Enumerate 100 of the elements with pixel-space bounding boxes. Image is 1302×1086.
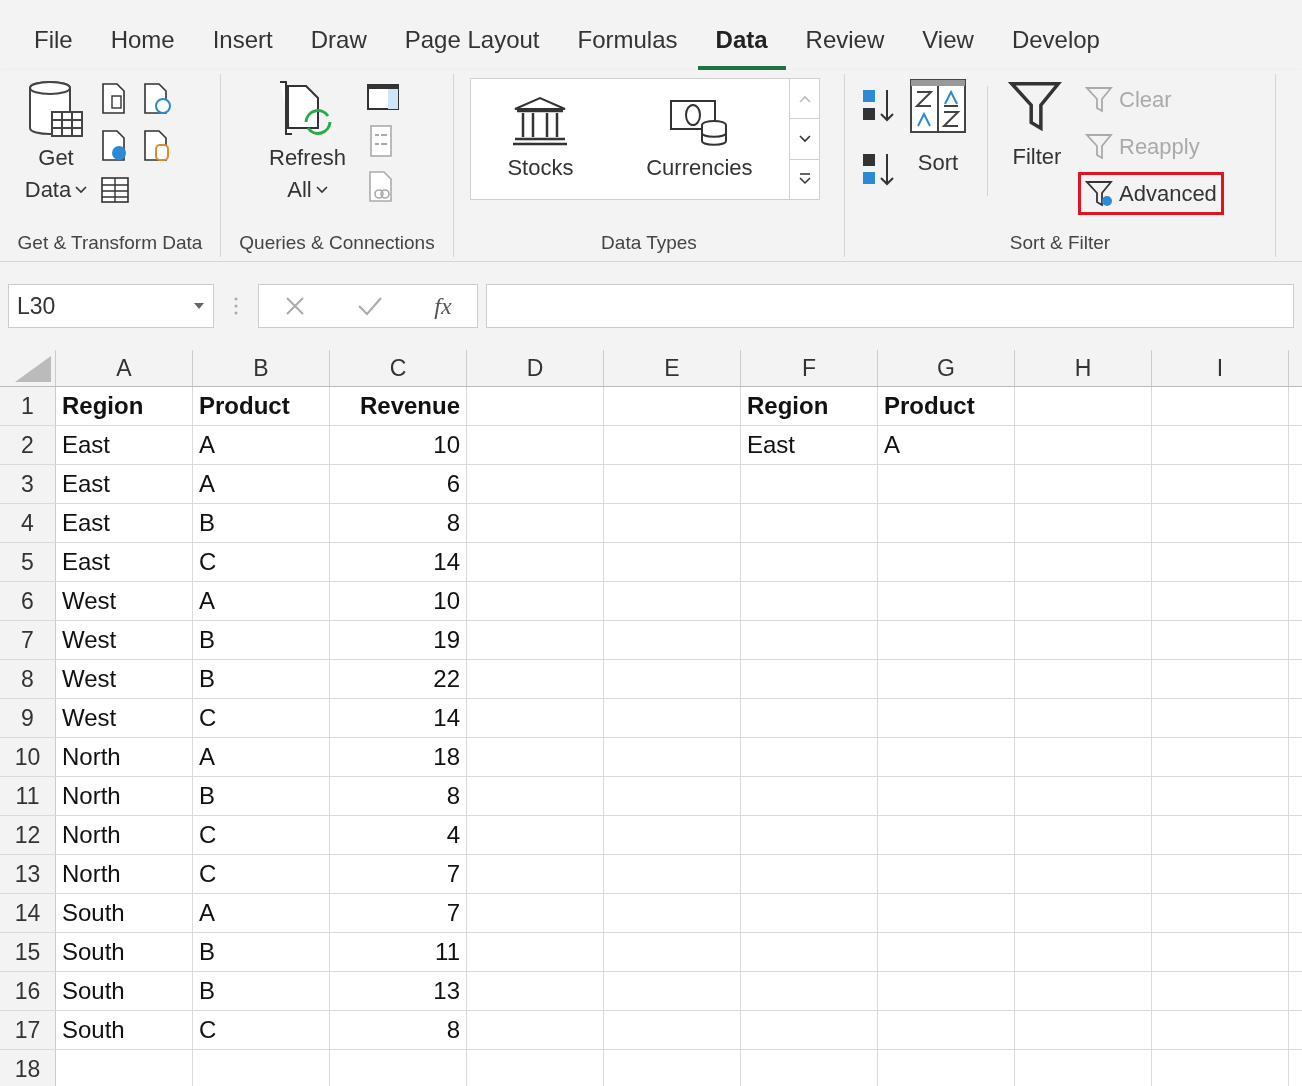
get-data-button[interactable]: Get Data (24, 78, 88, 206)
row-header[interactable]: 4 (0, 504, 56, 542)
column-header[interactable]: B (193, 350, 330, 386)
table-cell-text: Revenue (359, 391, 460, 421)
ribbon-tab[interactable]: Insert (194, 22, 291, 70)
table-cell-text: B (199, 508, 215, 538)
table-cell-text: West (62, 664, 117, 694)
row-header[interactable]: 1 (0, 387, 56, 425)
scroll-down-icon[interactable] (798, 135, 811, 143)
table-cell-text: 8 (446, 1015, 460, 1045)
table-cell-text: C (199, 1015, 217, 1045)
ribbon-tab[interactable]: Formulas (559, 22, 696, 70)
row-header[interactable]: 11 (0, 777, 56, 815)
table-cell-text: C (199, 820, 217, 850)
table-icon[interactable] (100, 175, 130, 206)
column-header[interactable]: H (1015, 350, 1152, 386)
bank-icon (511, 94, 570, 147)
column-header[interactable]: G (878, 350, 1015, 386)
table-cell-text: South (62, 1015, 125, 1045)
table-cell-text: East (62, 508, 111, 538)
drag-handle-icon (234, 297, 238, 315)
table-cell-text: 7 (446, 898, 460, 928)
gallery-more-icon[interactable] (798, 173, 811, 186)
row-header[interactable]: 14 (0, 894, 56, 932)
table-cell-text: 8 (446, 508, 460, 538)
group-label: Queries & Connections (238, 230, 436, 255)
dropdown-icon (193, 302, 205, 310)
table-cell-text: South (62, 937, 125, 967)
table-cell-text: 8 (446, 781, 460, 811)
table-cell-text: Product (884, 391, 975, 421)
sort-button[interactable]: Sort (909, 78, 967, 179)
table-cell-text: East (62, 430, 111, 460)
row-header[interactable]: 5 (0, 543, 56, 581)
table-cell-text: A (884, 430, 900, 460)
table-cell-text: 13 (433, 976, 460, 1006)
filter-button[interactable]: Filter (1008, 78, 1066, 173)
column-header[interactable]: I (1152, 350, 1289, 386)
insert-function-button[interactable]: fx (434, 288, 452, 324)
row-header[interactable]: 2 (0, 426, 56, 464)
column-header[interactable]: D (467, 350, 604, 386)
table-cell-text: North (62, 859, 121, 889)
name-box[interactable]: L30 (8, 284, 214, 328)
data-type-button[interactable]: Currencies (646, 94, 753, 184)
ribbon-tab[interactable]: Develop (993, 22, 1118, 70)
ribbon-tab[interactable]: Page Layout (386, 22, 558, 70)
table-cell-text: 10 (433, 586, 460, 616)
table-cell-text: 22 (433, 664, 460, 694)
column-header[interactable]: A (56, 350, 193, 386)
table-cell-text: 4 (446, 820, 460, 850)
row-header[interactable]: 12 (0, 816, 56, 854)
table-cell-text: A (199, 586, 215, 616)
table-cell-text: B (199, 781, 215, 811)
ribbon-tab[interactable]: File (16, 22, 91, 70)
panel-icon[interactable] (366, 82, 401, 112)
table-cell-text: 14 (433, 547, 460, 577)
table-cell-text: North (62, 742, 121, 772)
formula-input[interactable] (486, 284, 1294, 328)
group-label: Data Types (600, 230, 698, 255)
column-header[interactable]: C (330, 350, 467, 386)
dropdown-icon[interactable] (315, 186, 328, 194)
table-cell-text: 10 (433, 430, 460, 460)
table-cell-text: B (199, 937, 215, 967)
row-header[interactable]: 15 (0, 933, 56, 971)
row-header[interactable]: 7 (0, 621, 56, 659)
row-header[interactable]: 13 (0, 855, 56, 893)
table-cell-text: B (199, 625, 215, 655)
row-header[interactable]: 16 (0, 972, 56, 1010)
table-cell-text: 14 (433, 703, 460, 733)
row-header[interactable]: 6 (0, 582, 56, 620)
table-cell-text: Region (747, 391, 829, 421)
table-cell-text: A (199, 469, 215, 499)
table-cell-text: B (199, 976, 215, 1006)
data-type-button[interactable]: Stocks (507, 94, 574, 184)
ribbon-tab[interactable]: View (904, 22, 992, 70)
funnel-icon (1085, 84, 1115, 115)
row-header[interactable]: 8 (0, 660, 56, 698)
refresh-all-button[interactable]: Refresh All (269, 78, 347, 206)
row-header[interactable]: 9 (0, 699, 56, 737)
table-cell-text: East (62, 547, 111, 577)
funnel-icon (1085, 131, 1115, 162)
table-cell-text: South (62, 976, 125, 1006)
dropdown-icon[interactable] (75, 186, 88, 194)
table-cell-text: C (199, 859, 217, 889)
column-header[interactable]: F (741, 350, 878, 386)
table-cell-text: Region (62, 391, 144, 421)
row-header[interactable]: 18 (0, 1050, 56, 1086)
row-header[interactable]: 10 (0, 738, 56, 776)
table-cell-text: 11 (435, 937, 460, 967)
table-cell-text: Product (199, 391, 290, 421)
ribbon-tab[interactable]: Draw (292, 22, 385, 70)
column-header[interactable]: E (604, 350, 741, 386)
ribbon-tab[interactable]: Home (92, 22, 193, 70)
table-cell-text: 18 (433, 742, 460, 772)
table-cell-text: B (199, 664, 215, 694)
row-header[interactable]: 17 (0, 1011, 56, 1049)
group-label: Get & Transform Data (16, 230, 204, 255)
table-cell-text: 19 (433, 625, 460, 655)
filter-action-button[interactable]: Advanced (1078, 172, 1224, 215)
ribbon-tab[interactable]: Review (787, 22, 903, 70)
row-header[interactable]: 3 (0, 465, 56, 503)
